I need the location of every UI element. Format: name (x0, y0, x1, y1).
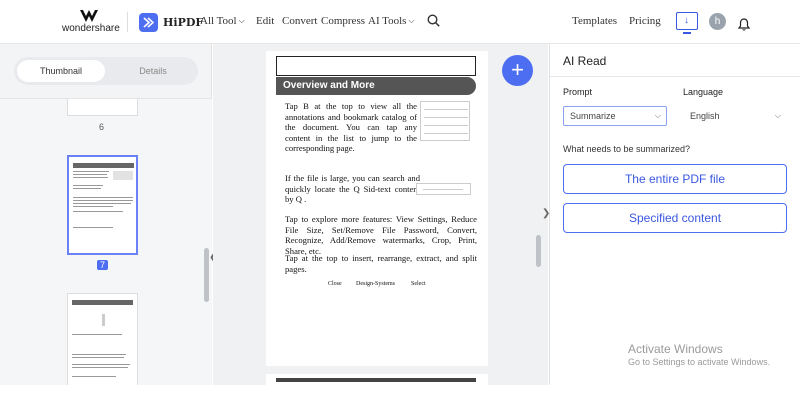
thumbnail-panel: Thumbnail Details 6 7 (0, 44, 217, 385)
wondershare-wordmark: wondershare (62, 23, 120, 34)
nav-ai-tools[interactable]: AI Tools ⌵ (368, 15, 415, 27)
nav-ai-tools-label: AI Tools (368, 15, 407, 27)
divider (550, 76, 800, 77)
page-title-box (276, 56, 476, 76)
nav-edit[interactable]: Edit (256, 15, 274, 27)
desktop-download-icon[interactable]: ↓ (676, 12, 698, 34)
search-icon[interactable] (427, 14, 440, 27)
templates-link[interactable]: Templates (572, 15, 617, 27)
nav-edit-label: Edit (256, 15, 275, 27)
add-button[interactable]: + (502, 55, 533, 86)
nav-compress[interactable]: Compress (321, 15, 365, 27)
chevron-down-icon: ⌵ (238, 16, 245, 25)
wondershare-logo[interactable]: wondershare (62, 10, 122, 36)
top-bar: wondershare HiPDF All Tool ⌵ Edit Convert… (0, 0, 800, 44)
language-select-value: English (690, 111, 720, 121)
avatar[interactable]: h (709, 13, 726, 30)
chevron-down-icon: ⌵ (774, 111, 781, 120)
chevron-down-icon: ⌵ (408, 16, 415, 25)
hipdf-icon (139, 12, 158, 32)
language-label: Language (683, 87, 724, 97)
pdf-page: Overview and More Tap B at the top to vi… (266, 51, 488, 366)
footer-item: Select (411, 281, 426, 287)
specified-content-button[interactable]: Specified content (563, 203, 787, 233)
panel-title: AI Read (563, 54, 607, 68)
document-viewer[interactable]: Overview and More Tap B at the top to vi… (213, 44, 550, 394)
ai-read-panel: AI Read Prompt Language Summarize ⌵ Engl… (549, 44, 800, 385)
panel-tab-switch: Thumbnail Details (14, 57, 198, 85)
prompt-select[interactable]: Summarize ⌵ (563, 106, 667, 126)
entire-pdf-button[interactable]: The entire PDF file (563, 164, 787, 194)
page-thumbnail[interactable] (67, 293, 138, 385)
footer-item: Design-Systems (356, 281, 395, 287)
divider (127, 12, 128, 32)
section-banner: Overview and More (276, 77, 476, 95)
hipdf-name: HiPDF (163, 15, 204, 29)
inline-screenshot (416, 183, 471, 195)
paragraph: Tap to explore more features: View Setti… (285, 214, 477, 256)
prompt-label: Prompt (563, 87, 593, 97)
document-scrollbar[interactable] (536, 235, 541, 267)
nav-convert[interactable]: Convert (282, 15, 317, 27)
prompt-select-value: Summarize (570, 111, 616, 121)
page-thumbnail[interactable] (67, 99, 138, 116)
page-number-selected: 7 (97, 260, 109, 270)
thumbnail-list[interactable]: 6 7 (0, 98, 212, 385)
footer-item: Close (328, 281, 342, 287)
tab-thumbnail[interactable]: Thumbnail (17, 60, 105, 82)
nav-compress-label: Compress (321, 15, 365, 27)
inline-screenshot (420, 101, 470, 141)
paragraph: Tap B at the top to view all the annotat… (285, 101, 417, 153)
page-number: 6 (99, 122, 105, 132)
nav-all-tool-label: All Tool (200, 15, 237, 27)
paragraph: Tap at the top to insert, rearrange, ext… (285, 253, 477, 274)
hipdf-logo[interactable]: HiPDF (139, 12, 203, 32)
summarize-question: What needs to be summarized? (563, 144, 691, 154)
paragraph: If the file is large, you can search and… (285, 173, 420, 204)
page-thumbnail-selected[interactable] (67, 155, 138, 255)
language-select[interactable]: English ⌵ (683, 106, 787, 126)
nav-convert-label: Convert (282, 15, 318, 27)
nav-all-tool[interactable]: All Tool ⌵ (200, 15, 245, 27)
chevron-down-icon: ⌵ (654, 111, 661, 120)
tab-details[interactable]: Details (110, 60, 196, 82)
activate-windows-title: Activate Windows (628, 342, 723, 356)
activate-windows-subtitle: Go to Settings to activate Windows. (628, 357, 771, 367)
bell-icon[interactable] (738, 18, 750, 31)
pdf-page-next (266, 374, 488, 394)
pricing-link[interactable]: Pricing (629, 15, 661, 27)
